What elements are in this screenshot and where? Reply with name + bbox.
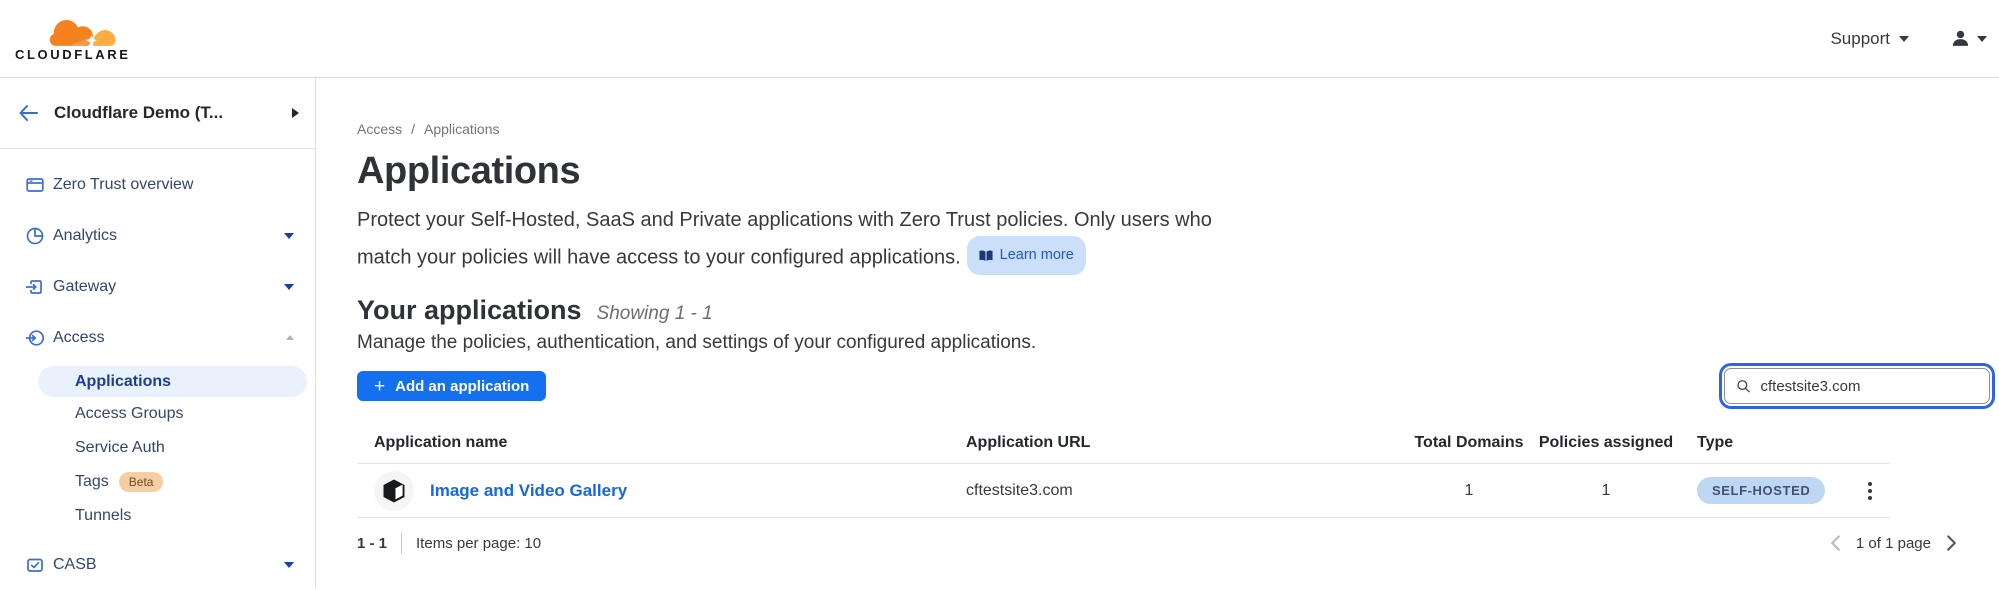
- access-login-icon: [25, 328, 45, 348]
- account-name[interactable]: Cloudflare Demo (T...: [54, 103, 292, 123]
- pagination-summary: 1 - 1 Items per page: 10: [357, 532, 541, 554]
- pagination-controls: 1 of 1 page: [1830, 534, 1957, 552]
- application-name-cell: Image and Video Gallery: [357, 471, 966, 511]
- app-cube-icon: [381, 478, 407, 504]
- table-header-row: Application name Application URL Total D…: [357, 422, 1890, 464]
- learn-more-badge[interactable]: Learn more: [967, 236, 1086, 275]
- chevron-down-icon[interactable]: [284, 562, 294, 568]
- column-header-policies-assigned: Policies assigned: [1535, 434, 1677, 452]
- chevron-down-icon[interactable]: [284, 233, 294, 239]
- sidebar-subitem-label: Applications: [75, 373, 171, 391]
- chevron-down-icon[interactable]: [284, 284, 294, 290]
- search-input[interactable]: [1758, 377, 1978, 396]
- gateway-icon: [25, 277, 45, 297]
- app-shell: Cloudflare Demo (T... Zero Trust overvie…: [0, 78, 1999, 587]
- row-actions-kebab-icon[interactable]: [1863, 477, 1877, 505]
- page-title: Applications: [357, 149, 1957, 193]
- self-hosted-badge: SELF-HOSTED: [1697, 477, 1825, 504]
- column-header-type: Type: [1677, 434, 1850, 452]
- cloudflare-logo[interactable]: CLOUDFLARE: [15, 15, 131, 62]
- divider: [401, 532, 402, 554]
- sidebar-subitem-applications[interactable]: Applications: [38, 366, 307, 397]
- top-bar-right: Support: [1830, 29, 1987, 49]
- add-application-label: Add an application: [395, 378, 529, 395]
- back-arrow-icon[interactable]: [17, 103, 39, 123]
- sidebar-item-zero-trust-overview[interactable]: Zero Trust overview: [0, 159, 315, 210]
- sidebar-account-header: Cloudflare Demo (T...: [0, 78, 315, 149]
- next-page-icon[interactable]: [1946, 534, 1957, 552]
- sidebar-subitem-tunnels[interactable]: Tunnels: [0, 499, 315, 533]
- sidebar-item-label: CASB: [53, 556, 284, 574]
- support-menu[interactable]: Support: [1830, 29, 1909, 49]
- showing-count: Showing 1 - 1: [597, 303, 713, 325]
- sidebar-item-access[interactable]: Access: [0, 312, 315, 363]
- sidebar-item-label: Zero Trust overview: [53, 176, 294, 194]
- application-avatar: [374, 471, 414, 511]
- applications-toolbar: + Add an application: [357, 366, 1957, 406]
- sidebar-item-gateway[interactable]: Gateway: [0, 261, 315, 312]
- support-label: Support: [1830, 29, 1890, 49]
- column-header-application-url: Application URL: [966, 434, 1403, 452]
- cloudflare-wordmark: CLOUDFLARE: [15, 47, 131, 62]
- plus-icon: +: [374, 377, 385, 396]
- learn-more-label: Learn more: [1000, 240, 1074, 271]
- main-content: Access / Applications Applications Prote…: [316, 78, 1999, 587]
- top-bar: CLOUDFLARE Support: [0, 0, 1999, 78]
- breadcrumb-access[interactable]: Access: [357, 121, 402, 137]
- sidebar-item-label: Analytics: [53, 227, 284, 245]
- items-per-page-label[interactable]: Items per page: 10: [416, 535, 541, 552]
- sidebar-item-analytics[interactable]: Analytics: [0, 210, 315, 261]
- book-icon: [979, 250, 993, 262]
- add-application-button[interactable]: + Add an application: [357, 371, 546, 401]
- account-switcher-caret-icon[interactable]: [292, 108, 299, 118]
- section-title: Your applications: [357, 295, 582, 326]
- sidebar-subitem-label: Service Auth: [75, 439, 165, 457]
- beta-badge: Beta: [119, 472, 164, 492]
- sidebar-subitem-tags[interactable]: Tags Beta: [0, 465, 315, 499]
- chevron-down-icon: [1977, 36, 1987, 42]
- cloudflare-cloud-icon: [49, 15, 117, 49]
- table-row: Image and Video Gallery cftestsite3.com …: [357, 464, 1890, 518]
- total-domains-cell: 1: [1403, 482, 1535, 500]
- sidebar: Cloudflare Demo (T... Zero Trust overvie…: [0, 78, 316, 587]
- section-header: Your applications Showing 1 - 1: [357, 295, 1957, 326]
- applications-table: Application name Application URL Total D…: [357, 422, 1890, 518]
- casb-check-icon: [25, 555, 45, 575]
- application-url-cell: cftestsite3.com: [966, 482, 1403, 500]
- chevron-down-icon: [1899, 36, 1909, 42]
- column-header-total-domains: Total Domains: [1403, 434, 1535, 452]
- table-footer: 1 - 1 Items per page: 10 1 of 1 page: [357, 518, 1957, 568]
- type-cell: SELF-HOSTED: [1677, 477, 1850, 504]
- user-avatar-icon: [1951, 29, 1970, 48]
- sidebar-subitem-service-auth[interactable]: Service Auth: [0, 431, 315, 465]
- chevron-up-icon[interactable]: [286, 335, 294, 340]
- sidebar-subitem-label: Tags: [75, 473, 109, 491]
- sidebar-nav: Zero Trust overview Analytics Gateway: [0, 149, 315, 590]
- breadcrumb: Access / Applications: [357, 121, 1957, 137]
- breadcrumb-separator: /: [411, 121, 415, 137]
- sidebar-item-label: Access: [53, 329, 286, 347]
- breadcrumb-applications: Applications: [424, 121, 500, 137]
- application-name-link[interactable]: Image and Video Gallery: [430, 481, 627, 501]
- policies-assigned-cell: 1: [1535, 482, 1677, 500]
- sidebar-subitem-label: Access Groups: [75, 405, 183, 423]
- previous-page-icon[interactable]: [1830, 534, 1841, 552]
- analytics-pie-icon: [25, 226, 45, 246]
- sidebar-subitem-access-groups[interactable]: Access Groups: [0, 397, 315, 431]
- sidebar-item-casb[interactable]: CASB: [0, 539, 315, 590]
- page-description: Protect your Self-Hosted, SaaS and Priva…: [357, 205, 1235, 275]
- section-description: Manage the policies, authentication, and…: [357, 332, 1957, 354]
- overview-window-icon: [25, 175, 45, 195]
- sidebar-item-label: Gateway: [53, 278, 284, 296]
- search-icon: [1736, 378, 1750, 394]
- column-header-application-name: Application name: [357, 434, 966, 452]
- application-search: [1724, 368, 1990, 404]
- page-status: 1 of 1 page: [1856, 535, 1931, 552]
- user-menu[interactable]: [1951, 29, 1987, 48]
- item-range: 1 - 1: [357, 535, 387, 552]
- sidebar-subitem-label: Tunnels: [75, 507, 131, 525]
